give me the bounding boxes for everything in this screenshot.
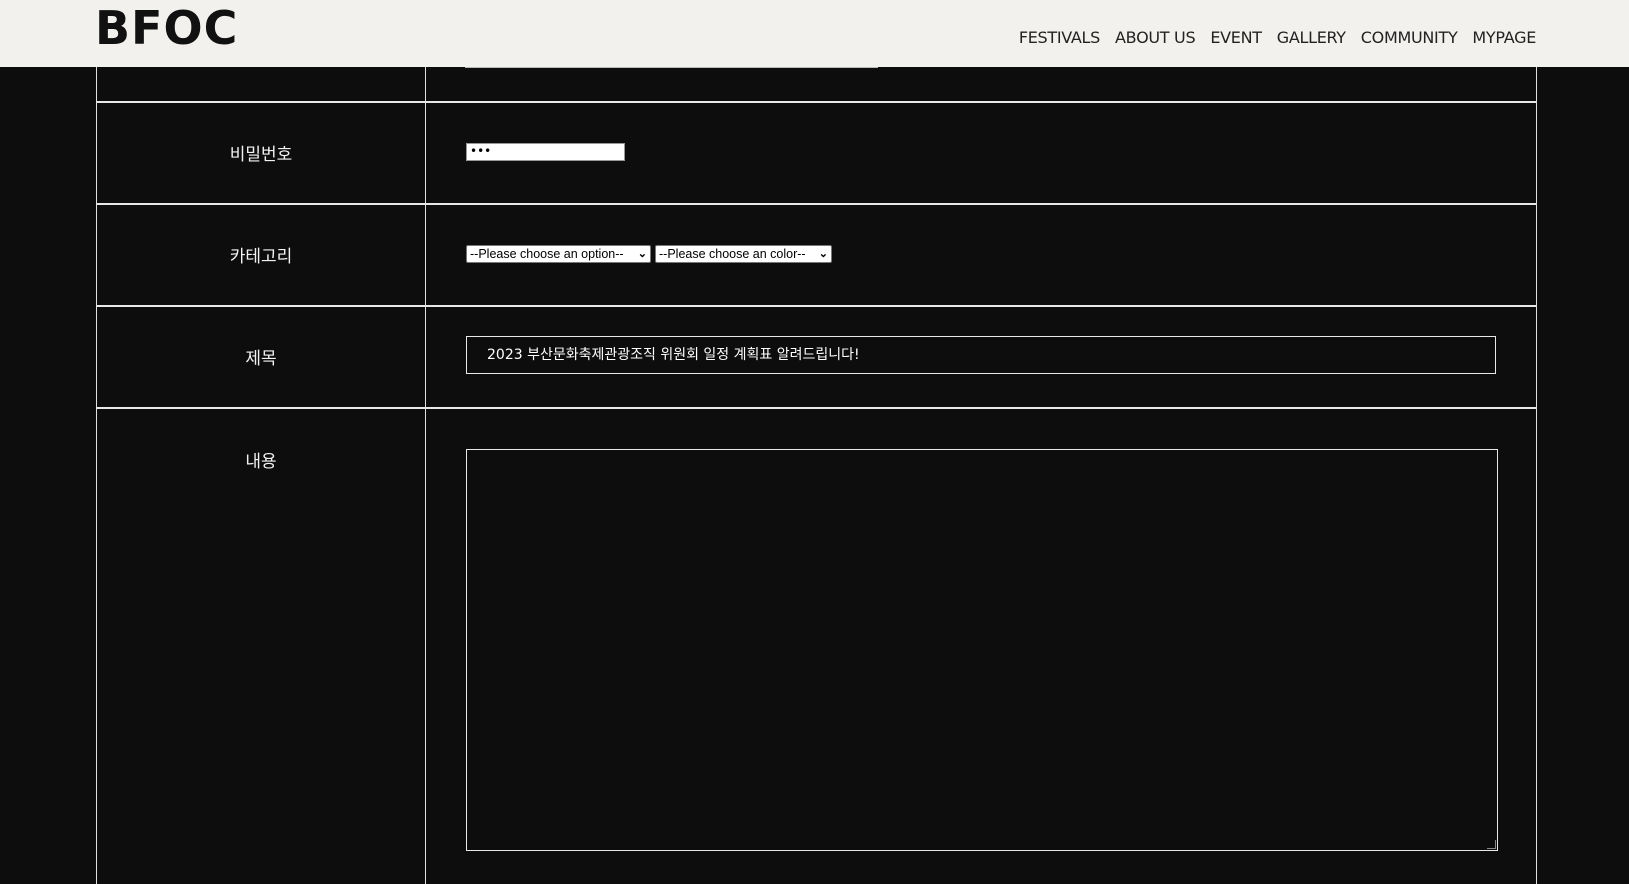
nav-about-us[interactable]: ABOUT US — [1115, 28, 1196, 47]
password-input[interactable]: ••• — [466, 143, 625, 161]
column-divider — [425, 67, 426, 884]
content-label: 내용 — [245, 452, 277, 472]
resize-handle-icon[interactable] — [1487, 840, 1496, 849]
main-nav: FESTIVALS ABOUT US EVENT GALLERY COMMUNI… — [1004, 28, 1536, 47]
title-label: 제목 — [245, 349, 277, 369]
site-header: BFOC FESTIVALS ABOUT US EVENT GALLERY CO… — [0, 0, 1629, 67]
category-select-value: --Please choose an option-- — [470, 247, 624, 261]
previous-field-underline — [465, 67, 878, 68]
nav-festivals[interactable]: FESTIVALS — [1019, 28, 1101, 47]
password-label: 비밀번호 — [229, 145, 293, 165]
row-divider — [97, 101, 1536, 103]
nav-community[interactable]: COMMUNITY — [1361, 28, 1458, 47]
post-form: 비밀번호 ••• 카테고리 --Please choose an option-… — [96, 67, 1537, 884]
color-select[interactable]: --Please choose an color-- ⌄ — [655, 245, 832, 263]
row-divider — [97, 203, 1536, 205]
row-divider — [97, 305, 1536, 307]
content-textarea[interactable] — [466, 449, 1498, 851]
title-input[interactable]: 2023 부산문화축제관광조직 위원회 일정 계획표 알려드립니다! — [466, 336, 1496, 374]
category-label: 카테고리 — [229, 247, 293, 267]
nav-event[interactable]: EVENT — [1210, 28, 1262, 47]
chevron-down-icon: ⌄ — [818, 248, 828, 260]
chevron-down-icon: ⌄ — [637, 248, 647, 260]
color-select-value: --Please choose an color-- — [659, 247, 806, 261]
category-select[interactable]: --Please choose an option-- ⌄ — [466, 245, 651, 263]
site-logo[interactable]: BFOC — [95, 1, 238, 55]
nav-gallery[interactable]: GALLERY — [1277, 28, 1346, 47]
nav-mypage[interactable]: MYPAGE — [1472, 28, 1536, 47]
row-divider — [97, 407, 1536, 409]
